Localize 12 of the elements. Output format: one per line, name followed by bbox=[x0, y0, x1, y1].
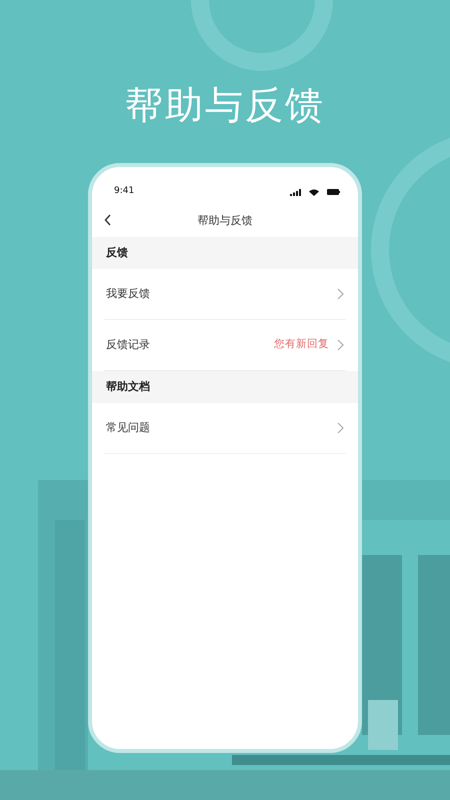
wifi-icon bbox=[309, 188, 319, 196]
battery-icon bbox=[327, 189, 340, 195]
chevron-right-icon bbox=[337, 288, 344, 300]
section-heading: 帮助文档 bbox=[106, 378, 150, 395]
status-time: 9:41 bbox=[114, 185, 134, 198]
nav-title: 帮助与反馈 bbox=[198, 212, 252, 229]
section-heading: 反馈 bbox=[106, 244, 128, 261]
chevron-right-icon bbox=[337, 339, 344, 351]
page-headline: 帮助与反馈 bbox=[125, 83, 325, 127]
chevron-right-icon bbox=[337, 422, 344, 434]
reply-notice: 您有新回复 bbox=[274, 337, 329, 352]
signal-icon bbox=[290, 188, 301, 196]
